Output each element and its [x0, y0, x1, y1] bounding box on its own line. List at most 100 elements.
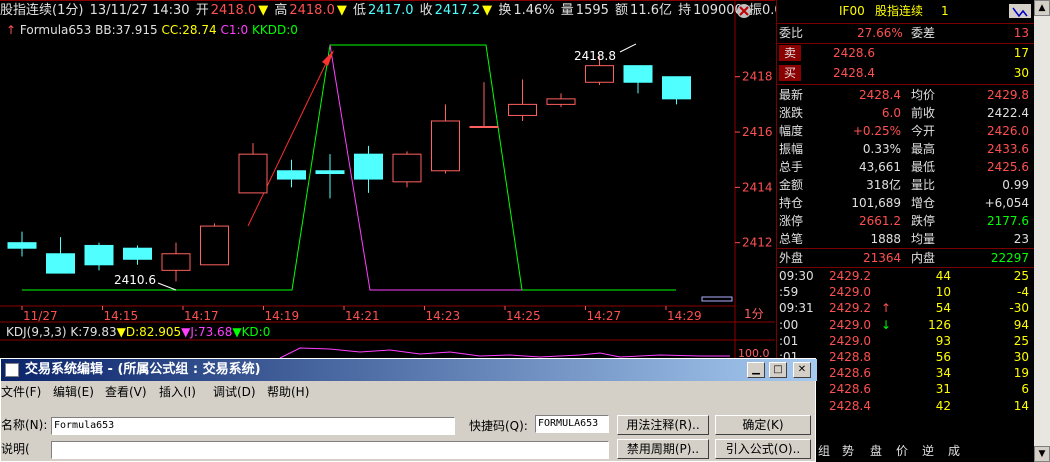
candle-body[interactable]	[200, 225, 229, 266]
candle-body[interactable]	[84, 244, 114, 266]
formula-cc: CC:28.74	[161, 23, 217, 37]
candle-body[interactable]	[585, 65, 614, 83]
formula-bb: BB:37.915	[95, 23, 158, 37]
scroll-down-icon[interactable]: ▼	[1034, 446, 1050, 462]
quote-panel-header: IF00 股指连续 1	[777, 0, 1035, 22]
instrument-title: 股指连续	[875, 4, 924, 18]
stat-value: 23	[1013, 232, 1029, 246]
minimize-icon[interactable]: ▁	[747, 362, 765, 378]
maximize-icon[interactable]: □	[769, 362, 787, 378]
tick-price: 2428.6	[829, 366, 871, 381]
disable-period-button[interactable]: 禁用周期(P)..	[617, 439, 709, 459]
tick-row: :59 2429.0 10 -4	[777, 284, 1035, 300]
scroll-up-icon[interactable]: ▲	[1034, 0, 1050, 16]
candle-body[interactable]	[662, 76, 691, 100]
tab-group[interactable]: 组	[818, 440, 830, 462]
shortcut-input[interactable]: FORMULA653	[535, 415, 609, 433]
candle-body[interactable]	[354, 153, 383, 180]
dialog-titlebar[interactable]: 交易系统编辑 - (所属公式组 : 交易系统) ▁ □ ✕	[1, 359, 817, 381]
down-marker-icon: ▼	[181, 325, 191, 339]
volume-value: 1595	[575, 3, 609, 18]
tick-change: -30	[1009, 301, 1029, 316]
stat-label: 最高	[911, 142, 936, 156]
tick-price: 2429.0	[829, 317, 871, 332]
volume-label: 量	[560, 3, 574, 18]
menu-view[interactable]: 查看(V)	[105, 383, 147, 401]
buy-label: 买	[779, 65, 801, 81]
low-label: 低	[353, 3, 367, 18]
stat-value: +0.25%	[852, 124, 901, 138]
stat-value: 6.0	[881, 106, 901, 120]
sell-price: 2428.6	[833, 46, 875, 60]
scrollbar-track[interactable]	[1034, 16, 1050, 446]
tab-deals[interactable]: 成	[948, 440, 960, 462]
candle-body[interactable]	[469, 126, 499, 129]
tab-reverse[interactable]: 逆	[922, 440, 934, 462]
tick-time: :59	[779, 285, 799, 300]
candle-body[interactable]	[161, 253, 191, 271]
tick-price: 2428.8	[829, 350, 871, 364]
stat-label: 均价	[911, 88, 936, 102]
stat-label: 涨跌	[779, 106, 804, 120]
tick-change: -4	[1017, 285, 1029, 300]
ok-button[interactable]: 确定(K)	[715, 415, 811, 435]
name-input[interactable]: Formula653	[51, 417, 455, 435]
stat-label: 均量	[911, 232, 936, 246]
down-marker-icon: ▼	[258, 3, 269, 18]
menu-debug[interactable]: 调试(D)	[213, 383, 256, 401]
kdj-name: KDJ(9,3,3)	[6, 325, 67, 339]
menu-insert[interactable]: 插入(I)	[159, 383, 196, 401]
candle-body[interactable]	[431, 120, 460, 172]
tab-book[interactable]: 盘	[870, 440, 882, 462]
waipan-value: 21364	[863, 251, 902, 265]
import-formula-button[interactable]: 引入公式(O)..	[715, 439, 811, 459]
stat-value: 2426.0	[987, 124, 1029, 138]
instrument-name: 股指连续(1分)	[0, 3, 84, 18]
stat-value: 101,689	[851, 196, 901, 210]
stat-label: 跌停	[911, 214, 936, 228]
stat-value: 2429.8	[987, 88, 1029, 102]
tick-change: 30	[1013, 350, 1029, 364]
close-icon[interactable]: ✕	[793, 362, 811, 378]
stats-row: 总手 43,661 最低 2425.6	[777, 158, 1035, 176]
candle-body[interactable]	[277, 170, 306, 180]
formula-legend: ↑ Formula653 BB:37.915 CC:28.74 C1:0 KKD…	[6, 22, 298, 38]
menu-file[interactable]: 文件(F)	[1, 383, 41, 401]
candle-body[interactable]	[123, 247, 152, 260]
annotation-low: 2410.6	[114, 273, 156, 287]
stat-label: 最新	[779, 88, 804, 102]
usage-notes-button[interactable]: 用法注释(R)..	[617, 415, 709, 435]
candle-body[interactable]	[315, 170, 345, 175]
waipan-label: 外盘	[779, 251, 804, 265]
tab-trend[interactable]: 势	[842, 440, 854, 462]
candle-body[interactable]	[623, 65, 653, 83]
menu-edit[interactable]: 编辑(E)	[53, 383, 94, 401]
candle-body[interactable]	[7, 242, 37, 249]
buy-row[interactable]: 买 2428.4 30	[777, 64, 1035, 82]
close-chart-icon[interactable]	[735, 2, 753, 20]
description-input[interactable]	[51, 441, 609, 459]
tick-price: 2429.0	[829, 333, 871, 348]
position-label: 持	[678, 3, 692, 18]
annotation-high: 2418.8	[574, 49, 616, 63]
tick-change: 6	[1021, 382, 1029, 397]
candle-body[interactable]	[46, 253, 75, 274]
weicha-label: 委差	[911, 26, 936, 40]
candle-body[interactable]	[238, 153, 268, 194]
candle-body[interactable]	[392, 153, 422, 183]
low-value: 2417.0	[368, 3, 414, 18]
tick-price: 2428.6	[829, 382, 871, 397]
tab-price[interactable]: 价	[896, 440, 908, 462]
time-tick-label: 14:15	[104, 309, 139, 323]
tick-volume: 31	[935, 382, 951, 397]
kdj-j-line	[279, 347, 730, 359]
stat-label: 总笔	[779, 232, 804, 246]
sell-row[interactable]: 卖 2428.6 17	[777, 44, 1035, 62]
panel-options-icon[interactable]	[1009, 4, 1031, 18]
menu-help[interactable]: 帮助(H)	[267, 383, 309, 401]
stat-value: 1888	[870, 232, 901, 246]
candle-body[interactable]	[508, 103, 537, 116]
tick-time: :01	[779, 333, 799, 348]
candle-body[interactable]	[546, 98, 576, 105]
stats-row: 涨跌 6.0 前收 2422.4	[777, 104, 1035, 122]
